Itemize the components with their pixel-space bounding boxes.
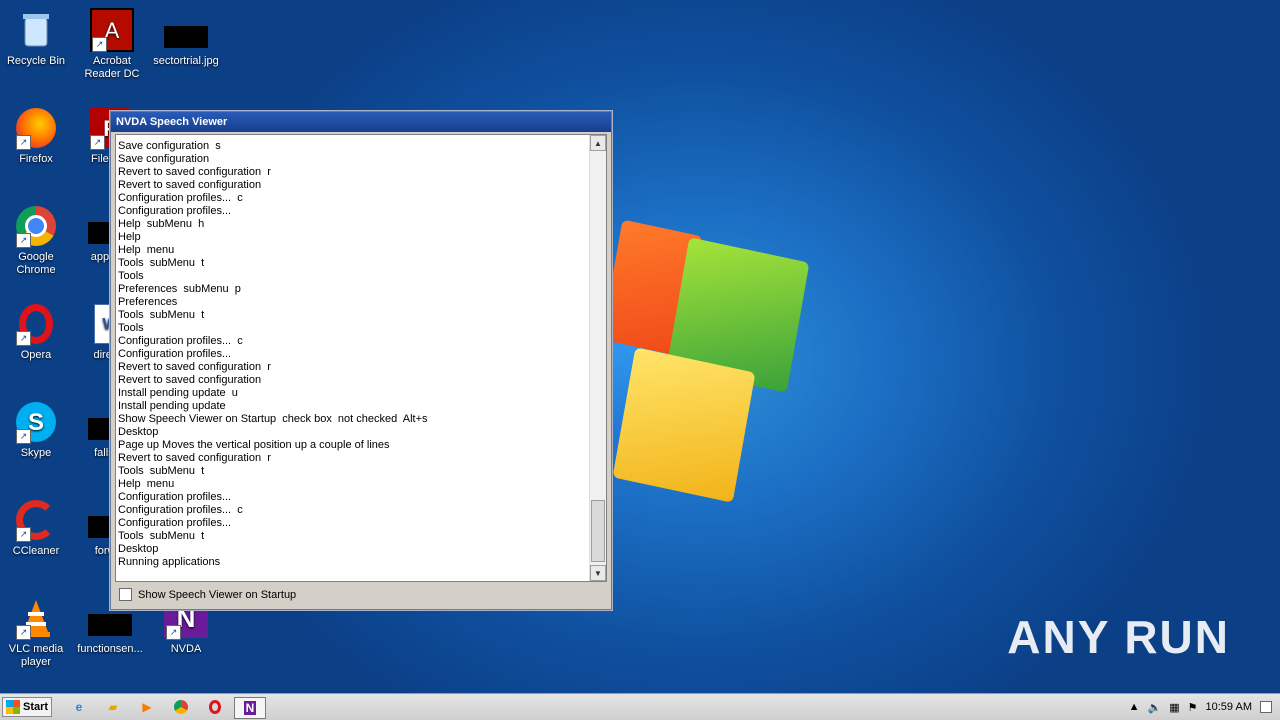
speech-log-line: Configuration profiles... c (118, 192, 243, 204)
speech-log-line: Help (118, 231, 141, 243)
file-explorer-taskbar-icon[interactable]: ▰ (102, 697, 124, 717)
skype-desktop-icon[interactable]: S ↗ Skype (0, 400, 72, 460)
speech-log-line: Configuration profiles... c (118, 504, 243, 516)
recycle-bin-desktop-icon[interactable]: Recycle Bin (0, 8, 72, 68)
nvda-taskbar-button[interactable]: N (234, 697, 266, 719)
speech-log-line: Preferences subMenu p (118, 283, 241, 295)
speech-log-line: Tools subMenu t (118, 309, 205, 321)
internet-explorer-taskbar-icon[interactable]: e (68, 697, 90, 717)
firefox-desktop-icon[interactable]: ↗ Firefox (0, 106, 72, 166)
speech-log-line: Page up Moves the vertical position up a… (118, 439, 390, 451)
arrow-up-icon: ▲ (594, 138, 602, 148)
windows-start-icon (6, 700, 20, 714)
sectortrial-file-desktop-icon[interactable]: sectortrial.jpg (150, 8, 222, 68)
speech-log-line: Configuration profiles... (118, 348, 232, 360)
chrome-taskbar-icon[interactable] (170, 697, 192, 717)
speech-log-line: Install pending update u (118, 387, 238, 399)
acrobat-icon: A ↗ (90, 8, 134, 52)
speech-log-line: Tools subMenu t (118, 465, 205, 477)
speech-log-line: Configuration profiles... (118, 517, 232, 529)
file-thumbnail-icon (88, 614, 132, 636)
opera-taskbar-icon[interactable] (204, 697, 226, 717)
opera-desktop-icon[interactable]: ↗ Opera (0, 302, 72, 362)
speech-log-line: Help menu (118, 478, 175, 490)
show-desktop-button[interactable] (1260, 701, 1272, 713)
show-on-startup-label: Show Speech Viewer on Startup (138, 588, 297, 601)
vlc-icon: ↗ (14, 596, 58, 640)
vertical-scrollbar[interactable]: ▲ ▼ (589, 135, 606, 581)
scroll-up-button[interactable]: ▲ (590, 135, 606, 151)
media-player-taskbar-icon[interactable]: ▶ (136, 697, 158, 717)
speech-log-line: Revert to saved configuration r (118, 166, 271, 178)
speech-log-textarea[interactable]: Save configuration s Save configuration Re… (115, 134, 607, 582)
taskbar: Start e ▰ ▶ N ▲ 🔈 ▦ ⚑ 10:59 AM (0, 693, 1280, 720)
speech-log-line: Save configuration (118, 153, 210, 165)
scroll-down-button[interactable]: ▼ (590, 565, 606, 581)
speech-log-line: Revert to saved configuration r (118, 452, 271, 464)
speech-log-line: Help subMenu h (118, 218, 205, 230)
file-thumbnail-icon (164, 26, 208, 48)
speech-log-line: Configuration profiles... (118, 205, 232, 217)
acrobat-reader-desktop-icon[interactable]: A ↗ Acrobat Reader DC (76, 8, 148, 81)
anyrun-watermark: ANY RUN (1007, 611, 1230, 663)
speech-log-lines: Save configuration s Save configuration Re… (118, 140, 588, 569)
speech-log-line: Tools subMenu t (118, 257, 205, 269)
nvda-speech-viewer-window[interactable]: NVDA Speech Viewer Save configuration sS… (110, 111, 612, 610)
show-on-startup-checkbox[interactable] (119, 588, 132, 601)
chrome-icon: ↗ (14, 204, 58, 248)
clock[interactable]: 10:59 AM (1206, 701, 1252, 713)
speech-log-line: Revert to saved configuration (118, 179, 262, 191)
vlc-desktop-icon[interactable]: ↗ VLC media player (0, 596, 72, 669)
speech-log-line: Tools (118, 270, 144, 282)
action-center-flag-icon[interactable]: ⚑ (1188, 701, 1198, 714)
speech-log-line: Desktop (118, 543, 159, 555)
recycle-bin-icon (14, 8, 58, 52)
window-title: NVDA Speech Viewer (111, 112, 611, 132)
network-icon[interactable]: ▦ (1169, 701, 1179, 714)
volume-icon[interactable]: 🔈 (1148, 701, 1162, 714)
start-button[interactable]: Start (2, 697, 52, 717)
firefox-icon: ↗ (14, 106, 58, 150)
speech-log-line: Preferences (118, 296, 178, 308)
speech-log-line: Revert to saved configuration r (118, 361, 271, 373)
speech-log-line: Show Speech Viewer on Startup check box … (118, 413, 428, 425)
ccleaner-desktop-icon[interactable]: ↗ CCleaner (0, 498, 72, 558)
speech-log-line: Tools (118, 322, 144, 334)
opera-icon: ↗ (14, 302, 58, 346)
system-tray: ▲ 🔈 ▦ ⚑ 10:59 AM (1102, 694, 1280, 720)
speech-log-line: Tools subMenu t (118, 530, 205, 542)
arrow-down-icon: ▼ (594, 568, 602, 578)
speech-log-line: Configuration profiles... (118, 491, 232, 503)
speech-log-line: Running applications (118, 556, 221, 568)
speech-log-line: Help menu (118, 244, 175, 256)
speech-log-line: Install pending update (118, 400, 226, 412)
startup-option[interactable]: Show Speech Viewer on Startup (119, 588, 296, 601)
windows-logo-wallpaper (590, 210, 830, 510)
skype-icon: S ↗ (14, 400, 58, 444)
chrome-desktop-icon[interactable]: ↗ Google Chrome (0, 204, 72, 277)
scroll-thumb[interactable] (591, 500, 605, 562)
speech-log-line: Desktop (118, 426, 159, 438)
speech-log-line: Revert to saved configuration (118, 374, 262, 386)
show-hidden-icons-icon[interactable]: ▲ (1129, 701, 1140, 713)
speech-log-line: Save configuration s (118, 140, 221, 152)
speech-log-line: Configuration profiles... c (118, 335, 243, 347)
ccleaner-icon: ↗ (14, 498, 58, 542)
